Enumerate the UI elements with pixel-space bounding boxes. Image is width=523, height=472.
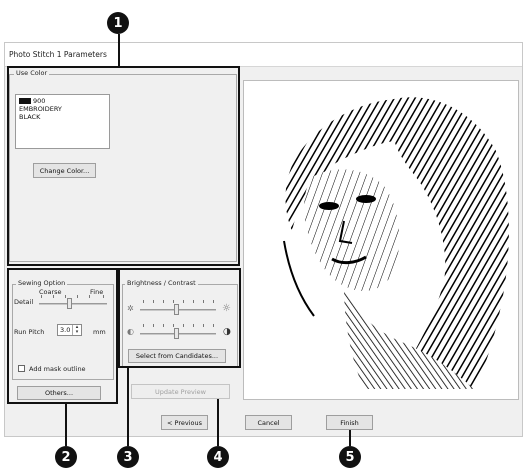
brightness-low-icon: ✲	[127, 304, 134, 313]
update-preview-button[interactable]: Update Preview	[131, 384, 230, 399]
color-number: 900	[33, 97, 46, 105]
run-pitch-field[interactable]: 3.0 ▴ ▾	[57, 324, 82, 336]
previous-button[interactable]: < Previous	[161, 415, 208, 430]
cancel-button[interactable]: Cancel	[245, 415, 292, 430]
run-pitch-spinner[interactable]: ▴ ▾	[72, 325, 81, 335]
run-pitch-label: Run Pitch	[14, 328, 45, 336]
window-title: Photo Stitch 1 Parameters	[5, 43, 522, 67]
run-pitch-value: 3.0	[60, 326, 71, 334]
contrast-high-icon: ◑	[223, 327, 231, 337]
callout-badge-2: 2	[55, 446, 77, 468]
contrast-low-icon: ◐	[127, 327, 134, 336]
callout-badge-5: 5	[339, 446, 361, 468]
detail-slider[interactable]	[39, 295, 109, 311]
detail-slider-thumb[interactable]	[67, 298, 72, 309]
color-brand: EMBROIDERY	[19, 105, 62, 113]
callout-badge-1: 1	[107, 12, 129, 34]
callout-badge-4: 4	[207, 446, 229, 468]
others-button[interactable]: Others...	[17, 386, 101, 400]
callout-badge-3: 3	[117, 446, 139, 468]
contrast-slider-thumb[interactable]	[174, 328, 179, 339]
brightness-slider-thumb[interactable]	[174, 304, 179, 315]
brightness-contrast-title: Brightness / Contrast	[125, 279, 198, 288]
detail-label: Detail	[14, 298, 34, 306]
stitch-preview	[243, 80, 519, 400]
run-pitch-unit: mm	[93, 328, 106, 336]
color-list[interactable]: 900 EMBROIDERY BLACK	[15, 94, 110, 149]
change-color-button[interactable]: Change Color...	[33, 163, 96, 178]
sewing-option-title: Sewing Option	[16, 279, 68, 288]
callout-line-5	[349, 430, 351, 446]
add-mask-label: Add mask outline	[29, 365, 86, 373]
select-candidates-button[interactable]: Select from Candidates...	[128, 349, 226, 363]
color-swatch	[19, 98, 31, 104]
contrast-slider[interactable]: ◐ ◑	[126, 324, 236, 342]
add-mask-checkbox[interactable]	[18, 365, 25, 372]
use-color-title: Use Color	[14, 69, 50, 78]
callout-line-4	[217, 399, 219, 446]
callout-line-2	[65, 404, 67, 446]
finish-button[interactable]: Finish	[326, 415, 373, 430]
callout-line-3	[127, 368, 129, 446]
color-name: BLACK	[19, 113, 41, 121]
callout-line-1	[118, 34, 120, 67]
brightness-slider[interactable]: ✲ ☼	[126, 300, 236, 318]
brightness-high-icon: ☼	[222, 303, 231, 314]
photo-stitch-preview-image	[283, 97, 509, 389]
